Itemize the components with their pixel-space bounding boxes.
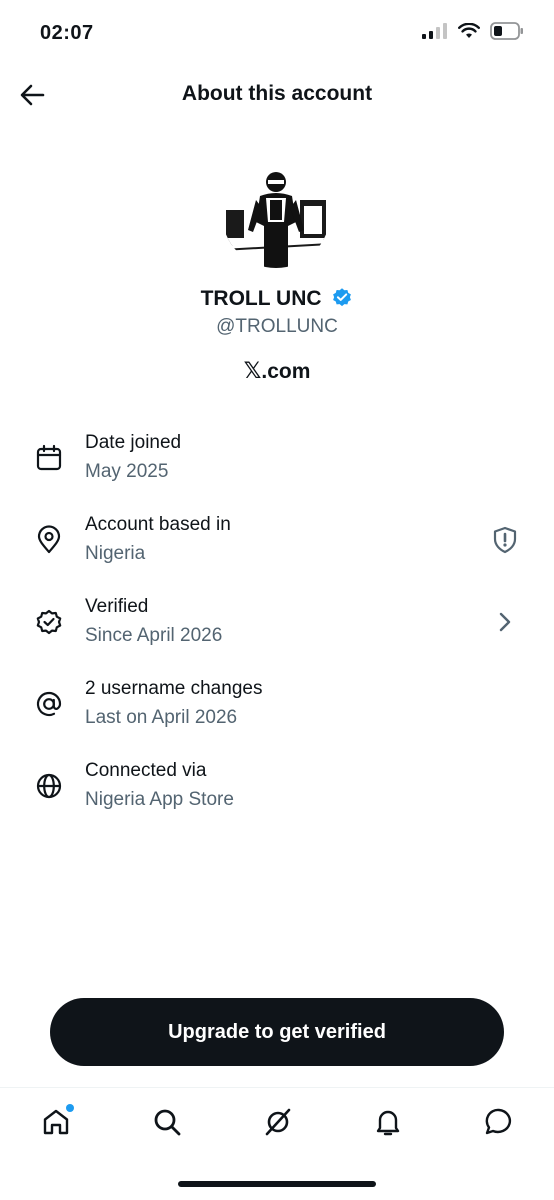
status-bar: 02:07 bbox=[0, 0, 554, 64]
chevron-right-icon bbox=[499, 612, 511, 632]
upgrade-button[interactable]: Upgrade to get verified bbox=[50, 998, 504, 1066]
row-title: 2 username changes bbox=[85, 678, 263, 699]
row-subtitle: Since April 2026 bbox=[85, 625, 223, 646]
shield-alert-icon[interactable] bbox=[490, 525, 520, 555]
cellular-signal-icon bbox=[422, 23, 447, 39]
globe-icon bbox=[36, 773, 62, 799]
tab-grok[interactable] bbox=[262, 1106, 294, 1138]
header: About this account bbox=[0, 70, 554, 120]
info-row-username-changes: 2 username changes Last on April 2026 bbox=[0, 671, 554, 753]
calendar-icon bbox=[36, 444, 62, 471]
at-sign-icon bbox=[36, 691, 62, 717]
avatar[interactable] bbox=[222, 160, 330, 268]
row-title: Account based in bbox=[85, 514, 231, 535]
status-time: 02:07 bbox=[40, 22, 94, 44]
info-row-verified[interactable]: Verified Since April 2026 bbox=[0, 589, 554, 671]
messages-icon bbox=[485, 1108, 512, 1135]
status-icons bbox=[422, 22, 524, 40]
verified-badge-icon bbox=[331, 286, 353, 314]
display-name-row: TROLL UNC bbox=[0, 286, 554, 314]
verified-outline-icon bbox=[36, 609, 62, 635]
row-title: Verified bbox=[85, 596, 149, 617]
home-indicator[interactable] bbox=[178, 1181, 376, 1187]
row-title: Date joined bbox=[85, 432, 182, 453]
account-info-list: Date joined May 2025 Account based in Ni… bbox=[0, 425, 554, 835]
tab-home[interactable] bbox=[40, 1104, 74, 1138]
row-subtitle: Nigeria bbox=[85, 543, 146, 564]
row-title: Connected via bbox=[85, 760, 207, 781]
avatar-image bbox=[222, 160, 330, 268]
notifications-icon bbox=[376, 1110, 400, 1136]
notification-dot bbox=[66, 1104, 74, 1112]
info-row-connected-via: Connected via Nigeria App Store bbox=[0, 753, 554, 835]
info-row-account-based-in: Account based in Nigeria bbox=[0, 507, 554, 589]
battery-icon bbox=[490, 22, 523, 40]
wifi-icon bbox=[458, 23, 480, 38]
page-title: About this account bbox=[181, 82, 373, 105]
x-logo-icon: 𝕏 bbox=[243, 358, 262, 383]
handle: @TROLLUNC bbox=[216, 316, 338, 337]
row-subtitle: Last on April 2026 bbox=[85, 707, 238, 728]
domain-suffix: .com bbox=[261, 360, 311, 383]
location-pin-icon bbox=[37, 525, 61, 554]
info-row-date-joined: Date joined May 2025 bbox=[0, 425, 554, 507]
row-subtitle: May 2025 bbox=[85, 461, 169, 482]
domain: 𝕏.com bbox=[0, 358, 554, 384]
tab-notifications[interactable] bbox=[372, 1106, 404, 1138]
row-subtitle: Nigeria App Store bbox=[85, 789, 234, 810]
tab-search[interactable] bbox=[151, 1106, 183, 1138]
grok-icon bbox=[265, 1108, 291, 1136]
display-name: TROLL UNC bbox=[200, 287, 322, 310]
search-icon bbox=[154, 1109, 181, 1136]
tab-messages[interactable] bbox=[483, 1106, 515, 1138]
